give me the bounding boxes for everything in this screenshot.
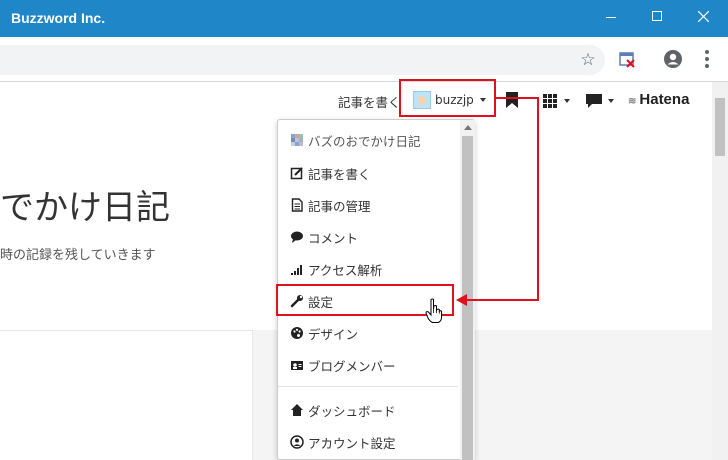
close-button[interactable] xyxy=(680,0,726,32)
hatena-logo-text: Hatena xyxy=(639,91,690,108)
chevron-down-icon xyxy=(608,99,614,103)
page-scrollbar[interactable] xyxy=(712,82,728,460)
menu-item-members[interactable]: ブログメンバー xyxy=(278,349,458,381)
blog-description: 時の記録を残していきます xyxy=(0,248,156,263)
blog-title[interactable]: でかけ日記 xyxy=(0,180,170,229)
maximize-button[interactable] xyxy=(634,0,680,32)
comment-icon xyxy=(291,231,303,243)
bookmark-icon[interactable] xyxy=(506,92,518,108)
annotation-connector xyxy=(496,97,538,99)
window-title: Buzzword Inc. xyxy=(11,10,106,26)
account-icon xyxy=(290,435,304,449)
edit-icon xyxy=(290,167,303,180)
menu-item-analytics[interactable]: アクセス解析 xyxy=(278,253,458,285)
menu-divider xyxy=(278,386,458,387)
browser-toolbar: ☆ xyxy=(0,37,728,82)
home-icon xyxy=(291,404,303,416)
menu-scrollbar[interactable] xyxy=(460,120,475,460)
hand-cursor-icon xyxy=(425,298,443,323)
menu-item-label: ブログメンバー xyxy=(308,358,396,374)
menu-item-label: アカウント設定 xyxy=(308,435,396,451)
page-scrollbar-thumb[interactable] xyxy=(715,98,725,156)
chevron-up-icon[interactable] xyxy=(464,125,472,130)
menu-item-manage[interactable]: 記事の管理 xyxy=(278,189,458,221)
menu-item-label: デザイン xyxy=(308,326,359,342)
menu-item-label: 記事の管理 xyxy=(308,198,371,214)
comment-icon[interactable] xyxy=(586,94,602,108)
arrow-left-icon xyxy=(456,294,467,306)
signal-icon xyxy=(291,265,302,275)
profile-icon[interactable] xyxy=(663,49,683,69)
menu-item-label: ダッシュボード xyxy=(308,403,396,419)
close-icon xyxy=(697,10,709,22)
menu-item-label: バズのおでかけ日記 xyxy=(308,133,421,149)
minimize-icon xyxy=(606,16,616,18)
menu-item-label: コメント xyxy=(308,230,359,246)
annotation-connector xyxy=(466,299,539,301)
annotation-connector xyxy=(537,97,539,301)
menu-item-label: アクセス解析 xyxy=(308,262,383,278)
highlight-user-menu xyxy=(399,79,496,117)
grid-icon[interactable] xyxy=(543,94,557,108)
menu-item-write[interactable]: 記事を書く xyxy=(278,157,458,189)
menu-item-dashboard[interactable]: ダッシュボード xyxy=(278,394,458,426)
hatena-logo[interactable]: ≋ Hatena xyxy=(628,91,689,108)
maximize-icon xyxy=(652,11,662,21)
minimize-button[interactable] xyxy=(588,0,634,32)
extension-icon[interactable] xyxy=(618,51,636,69)
menu-item-blog[interactable]: バズのおでかけ日記 xyxy=(278,124,458,156)
star-icon[interactable]: ☆ xyxy=(578,50,598,70)
menu-icon[interactable] xyxy=(697,49,717,69)
palette-icon xyxy=(291,327,303,339)
write-article-link[interactable]: 記事を書く xyxy=(338,92,401,111)
menu-item-account-settings[interactable]: アカウント設定 xyxy=(278,426,458,458)
members-icon xyxy=(291,361,303,370)
window-titlebar: Buzzword Inc. xyxy=(0,0,728,37)
content-panel xyxy=(0,330,253,460)
hatena-bar: 記事を書く buzzjp ≋ Hatena xyxy=(0,82,712,118)
blog-icon xyxy=(291,134,303,146)
address-bar[interactable] xyxy=(0,45,605,75)
chevron-down-icon xyxy=(564,99,570,103)
menu-item-label: 記事を書く xyxy=(308,166,371,182)
document-icon xyxy=(291,198,303,212)
menu-item-comments[interactable]: コメント xyxy=(278,221,458,253)
